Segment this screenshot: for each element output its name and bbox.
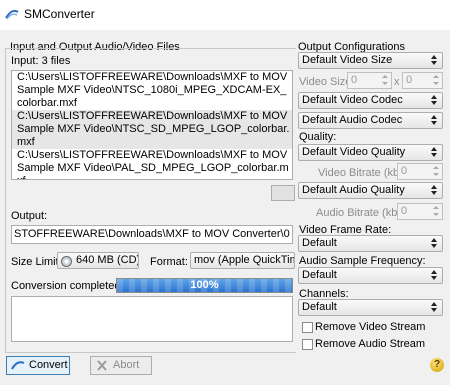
log-output-area[interactable] xyxy=(11,296,293,342)
cd-icon xyxy=(61,256,72,267)
video-height-value: 0 xyxy=(406,74,413,86)
remove-audio-label: Remove Audio Stream xyxy=(315,338,426,350)
dimension-separator: x xyxy=(394,76,400,88)
app-window: SMConverter Input and Output Audio/Video… xyxy=(0,0,450,385)
chevron-up-down-icon xyxy=(430,236,439,251)
sample-frequency-value: Default xyxy=(302,269,337,281)
remove-video-checkbox[interactable] xyxy=(302,322,313,333)
size-limit-value: 640 MB (CD) xyxy=(76,254,139,266)
chevron-up-down-icon xyxy=(430,300,439,315)
convert-icon xyxy=(11,361,25,370)
video-bitrate-value: 0 xyxy=(401,165,408,177)
video-bitrate-spinbox: 0 xyxy=(397,163,443,180)
chevron-up-down-icon xyxy=(430,93,439,108)
audio-bitrate-spinbox: 0 xyxy=(397,203,443,220)
frame-rate-select[interactable]: Default xyxy=(298,235,443,252)
title-bar: SMConverter xyxy=(0,0,450,30)
output-path-field[interactable]: STOFFREEWARE\Downloads\MXF to MOV Conver… xyxy=(11,225,293,244)
output-label: Output: xyxy=(11,210,48,222)
channels-value: Default xyxy=(302,301,337,313)
abort-button[interactable]: Abort xyxy=(90,356,152,375)
format-label: Format: xyxy=(150,256,188,268)
remove-video-label: Remove Video Stream xyxy=(315,321,426,333)
audio-codec-value: Default Audio Codec xyxy=(302,114,403,126)
video-height-spinbox: 0 xyxy=(402,72,443,89)
chevron-up-down-icon xyxy=(430,53,439,68)
chevron-up-down-icon xyxy=(430,145,439,160)
audio-bitrate-value: 0 xyxy=(401,205,408,217)
chevron-up-down-icon xyxy=(430,183,439,198)
format-value: mov (Apple QuickTime Mo xyxy=(194,254,294,266)
spin-arrows-icon xyxy=(381,73,389,88)
abort-x-icon xyxy=(97,360,107,371)
video-quality-value: Default Video Quality xyxy=(302,146,406,158)
quality-label: Quality: xyxy=(299,131,337,143)
remove-file-button[interactable] xyxy=(271,185,295,201)
window-title: SMConverter xyxy=(24,7,95,21)
progress-percent-text: 100% xyxy=(190,279,219,291)
list-item[interactable]: C:\Users\LISTOFFREEWARE\Downloads\MXF to… xyxy=(12,110,292,149)
video-size-value: Default Video Size xyxy=(302,54,393,66)
list-item[interactable]: C:\Users\LISTOFFREEWARE\Downloads\MXF to… xyxy=(12,149,292,179)
spin-arrows-icon xyxy=(432,164,440,179)
spin-arrows-icon xyxy=(432,204,440,219)
abort-button-label: Abort xyxy=(113,359,140,371)
remove-audio-checkbox[interactable] xyxy=(302,339,313,350)
video-codec-select[interactable]: Default Video Codec xyxy=(298,92,443,109)
convert-button-label: Convert xyxy=(29,359,68,371)
input-file-list[interactable]: C:\Users\LISTOFFREEWARE\Downloads\MXF to… xyxy=(11,70,293,180)
audio-quality-select[interactable]: Default Audio Quality xyxy=(298,182,443,199)
conversion-progress-bar: 100% xyxy=(116,278,293,293)
list-item[interactable]: C:\Users\LISTOFFREEWARE\Downloads\MXF to… xyxy=(12,71,292,110)
help-icon[interactable]: ? xyxy=(430,358,444,372)
chevron-up-down-icon xyxy=(430,268,439,283)
chevron-up-down-icon xyxy=(430,113,439,128)
frame-rate-value: Default xyxy=(302,237,337,249)
input-count-label: Input: 3 files xyxy=(11,55,71,67)
channels-select[interactable]: Default xyxy=(298,299,443,316)
video-width-spinbox: 0 xyxy=(347,72,392,89)
sample-frequency-select[interactable]: Default xyxy=(298,267,443,284)
size-limit-select[interactable]: 640 MB (CD) xyxy=(57,252,139,269)
format-select[interactable]: mov (Apple QuickTime Mo xyxy=(190,252,295,269)
audio-codec-select[interactable]: Default Audio Codec xyxy=(298,112,443,129)
spin-arrows-icon xyxy=(432,73,440,88)
video-size-select[interactable]: Default Video Size xyxy=(298,52,443,69)
video-quality-select[interactable]: Default Video Quality xyxy=(298,144,443,161)
sample-frequency-label: Audio Sample Frequency: xyxy=(299,255,426,267)
video-codec-value: Default Video Codec xyxy=(302,94,403,106)
audio-quality-value: Default Audio Quality xyxy=(302,184,405,196)
convert-button[interactable]: Convert xyxy=(6,356,70,375)
app-logo-icon xyxy=(5,9,19,20)
video-width-value: 0 xyxy=(351,74,358,86)
size-limit-label: Size Limit: xyxy=(11,256,62,268)
